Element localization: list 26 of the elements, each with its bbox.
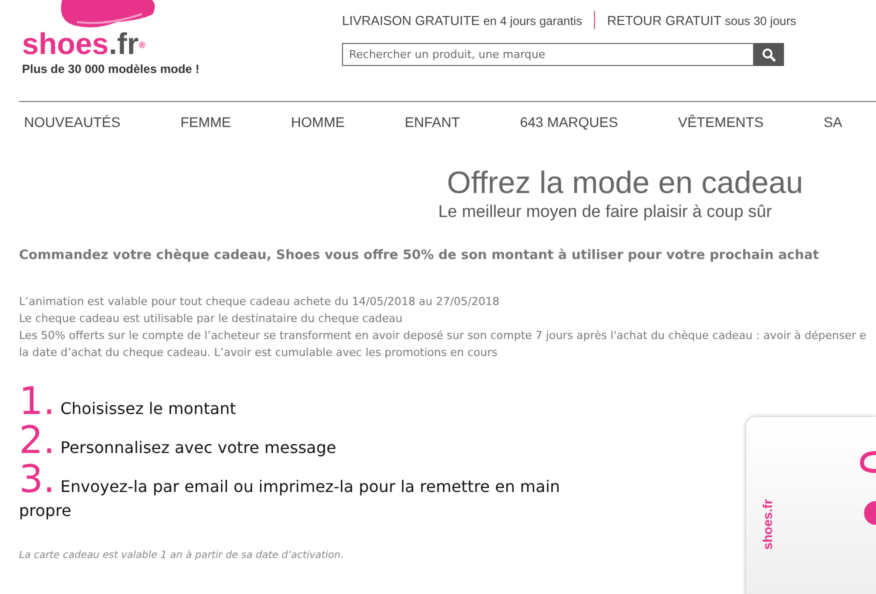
nav-link[interactable]: ENFANT: [404, 114, 460, 130]
shoes-logo[interactable]: shoes.fr$^{®}$: [22, 30, 146, 60]
search-icon: [762, 48, 776, 62]
condition-text: L’animation est valable pour tout cheque cadeau achete du 14/05/2018 au 27/05/2018: [19, 294, 500, 310]
nav-link[interactable]: 643 MARQUES: [520, 114, 618, 130]
step-text: 3.Envoyez-la par email ou imprimez-la pour la remettre en main propre: [19, 459, 562, 522]
offer-text: Commandez votre chèque cadeau, Shoes vous offre 50% de son montant à utiliser pour votre prochain achat: [19, 248, 820, 263]
nav-link[interactable]: HOMME: [291, 114, 345, 130]
nav-link[interactable]: VÊTEMENTS: [678, 114, 764, 130]
page-title: Offrez la mode en cadeau: [446, 164, 804, 202]
nav-link[interactable]: NOUVEAUTÉS: [24, 114, 120, 130]
promise-text: LIVRAISON GRATUITE en 4 jours garantis: [342, 12, 582, 28]
nav-link[interactable]: FEMME: [180, 114, 232, 130]
condition-text: Les 50% offerts sur le compte de l’acheteur se transforment en avoir deposé sur son compte 7 jours après l'achat du chèque cadeau : avoir à dépenser e: [19, 328, 868, 344]
card-logo: shoes.fr: [760, 499, 775, 550]
tagline: Plus de 30 000 modèles mode !: [22, 62, 200, 76]
search-button[interactable]: [754, 43, 784, 66]
page-subtitle: Le meilleur moyen de faire plaisir à coup sûr: [437, 202, 773, 222]
nav-link[interactable]: SA: [824, 114, 842, 130]
condition-text: Le cheque cadeau est utilisable par le destinataire du cheque cadeau: [19, 311, 404, 327]
step-text: 1.Choisissez le montant: [19, 381, 238, 421]
search-field[interactable]: Rechercher un produit, une marque: [342, 43, 754, 66]
promise-text: RETOUR GRATUIT sous 30 jours: [607, 12, 796, 28]
step-text: 2.Personnalisez avec votre message: [19, 420, 338, 460]
condition-text: la date d’achat du cheque cadeau. L’avoir est cumulable avec les promotions en cours: [19, 345, 498, 361]
validity-note: La carte cadeau est valable 1 an à partir de sa date d’activation.: [19, 550, 345, 561]
